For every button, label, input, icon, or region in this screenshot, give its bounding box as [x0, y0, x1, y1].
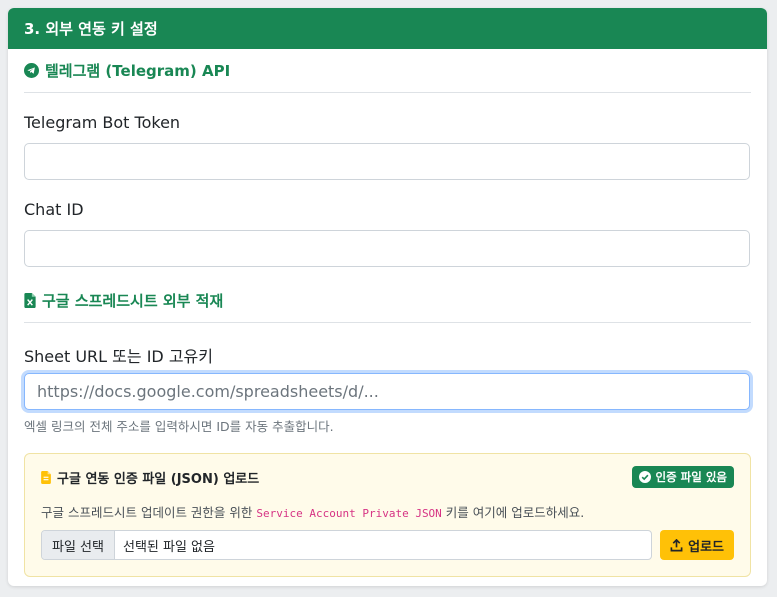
sheet-url-input[interactable] [24, 373, 750, 410]
chat-id-label: Chat ID [24, 200, 84, 219]
upload-desc-code: Service Account Private JSON [256, 507, 442, 520]
settings-card: 3. 외부 연동 키 설정 텔레그램 (Telegram) API Telegr… [8, 8, 767, 586]
upload-title-text: 구글 연동 인증 파일 (JSON) 업로드 [57, 471, 260, 487]
file-json-icon [41, 470, 51, 484]
card-title: 3. 외부 연동 키 설정 [24, 20, 158, 38]
sheet-url-label: Sheet URL 또는 ID 고유키 [24, 347, 213, 366]
upload-button[interactable]: 업로드 [660, 530, 734, 560]
telegram-section-title: 텔레그램 (Telegram) API [24, 49, 751, 93]
upload-button-label: 업로드 [688, 539, 724, 555]
telegram-icon [24, 63, 39, 78]
json-upload-panel: 구글 연동 인증 파일 (JSON) 업로드 인증 파일 있음 구글 스프레드시… [24, 453, 751, 577]
check-circle-icon [638, 471, 651, 483]
sheets-section-title: 구글 스프레드시트 외부 적재 [24, 279, 751, 323]
status-badge: 인증 파일 있음 [631, 466, 734, 488]
bot-token-label: Telegram Bot Token [24, 113, 181, 132]
card-body: 텔레그램 (Telegram) API Telegram Bot Token C… [8, 49, 767, 577]
choose-file-button[interactable]: 파일 선택 [42, 531, 115, 559]
sheet-url-help: 엑셀 링크의 전체 주소를 입력하시면 ID를 자동 추출합니다. [24, 419, 334, 434]
upload-icon [670, 538, 683, 551]
telegram-section-label: 텔레그램 (Telegram) API [45, 62, 231, 80]
chat-id-input[interactable] [24, 230, 750, 267]
selected-file-name: 선택된 파일 없음 [122, 539, 215, 555]
upload-title: 구글 연동 인증 파일 (JSON) 업로드 [41, 468, 259, 487]
upload-description: 구글 스프레드시트 업데이트 권한을 위한 Service Account Pr… [41, 502, 734, 521]
bot-token-input[interactable] [24, 143, 750, 180]
sheets-section-label: 구글 스프레드시트 외부 적재 [42, 292, 224, 310]
card-header: 3. 외부 연동 키 설정 [8, 8, 767, 49]
file-input[interactable]: 파일 선택 선택된 파일 없음 [41, 530, 653, 560]
spreadsheet-icon [24, 293, 36, 308]
status-badge-label: 인증 파일 있음 [655, 470, 728, 484]
upload-desc-suffix: 키를 여기에 업로드하세요. [441, 505, 585, 520]
upload-desc-prefix: 구글 스프레드시트 업데이트 권한을 위한 [41, 505, 257, 520]
